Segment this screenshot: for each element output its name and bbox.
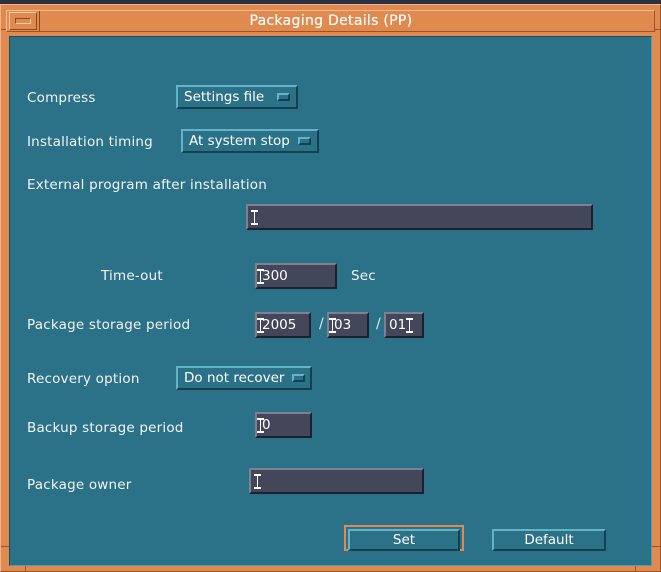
text-caret-icon [254,473,261,489]
set-button[interactable]: Set [348,529,460,551]
package-storage-period-label: Package storage period [27,317,191,333]
compress-label: Compress [27,90,96,106]
frame-corner-mark [651,546,660,547]
dialog-content: Compress Settings file Installation timi… [9,36,652,566]
package-storage-period-year-input[interactable]: 2005 [255,312,311,338]
text-caret-icon [406,317,414,333]
package-storage-period-day-value: 01 [389,317,407,333]
text-caret-icon [251,209,258,225]
package-owner-input[interactable] [249,468,424,494]
installation-timing-option-menu[interactable]: At system stop [181,129,319,153]
recovery-option-value: Do not recover [184,370,285,386]
window-menu-bar-glyph [15,18,31,24]
date-separator: / [376,316,381,332]
compress-option-value: Settings file [184,89,265,105]
compress-option-menu[interactable]: Settings file [176,85,298,109]
text-caret-icon [257,417,264,433]
date-separator: / [319,316,324,332]
recovery-option-option-menu[interactable]: Do not recover [176,366,312,390]
backup-storage-period-input[interactable]: 0 [255,412,312,438]
text-caret-icon [257,317,264,333]
recovery-option-label: Recovery option [27,371,140,387]
timeout-value: 300 [262,268,288,284]
package-owner-label: Package owner [27,477,132,493]
installation-timing-label: Installation timing [27,134,153,150]
external-program-label: External program after installation [27,177,267,193]
default-button[interactable]: Default [492,529,606,551]
package-storage-period-month-value: 03 [334,317,352,333]
external-program-input[interactable] [246,204,593,230]
package-storage-period-day-input[interactable]: 01 [384,312,424,338]
title-bar[interactable]: Packaging Details (PP) [6,10,655,32]
window-title: Packaging Details (PP) [249,13,413,29]
window-menu-icon[interactable] [9,12,37,30]
installation-timing-option-value: At system stop [189,133,290,149]
backup-storage-period-label: Backup storage period [27,420,184,436]
text-caret-icon [257,268,264,284]
timeout-input[interactable]: 300 [255,263,337,289]
timeout-label: Time-out [101,268,163,284]
chevron-down-icon [298,137,311,145]
package-storage-period-year-value: 2005 [262,317,297,333]
timeout-unit-label: Sec [351,268,376,284]
chevron-down-icon [277,93,290,101]
package-storage-period-month-input[interactable]: 03 [327,312,369,338]
text-caret-icon [329,317,336,333]
dialog-window: Packaging Details (PP) Compress Settings… [0,0,661,572]
chevron-down-icon [292,374,306,382]
